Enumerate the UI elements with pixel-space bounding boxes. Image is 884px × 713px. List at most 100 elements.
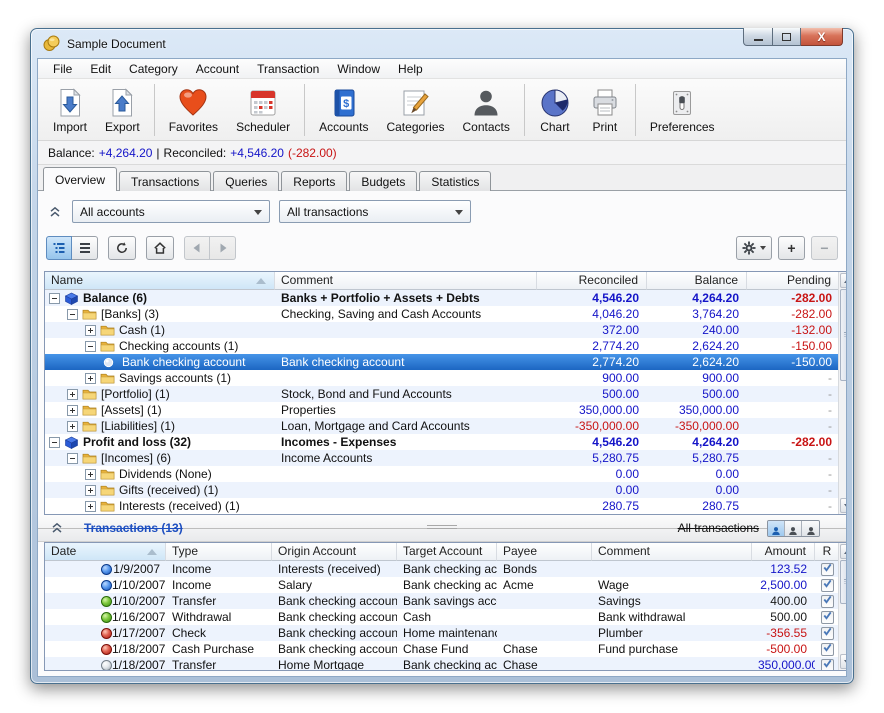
chart-button[interactable]: Chart (530, 84, 580, 136)
column-header-r[interactable]: R (815, 543, 840, 561)
favorites-button[interactable]: Favorites (160, 84, 227, 136)
tab-overview[interactable]: Overview (43, 167, 117, 191)
column-header-pending[interactable]: Pending (747, 272, 840, 290)
scroll-up-button[interactable] (840, 273, 847, 288)
accounts-button[interactable]: $Accounts (310, 84, 377, 136)
scheduler-button[interactable]: Scheduler (227, 84, 299, 136)
expander-plus-icon[interactable] (67, 389, 78, 400)
title-bar[interactable]: Sample Document X (31, 29, 853, 58)
expander-minus-icon[interactable] (85, 341, 96, 352)
export-button[interactable]: Export (96, 84, 149, 136)
reconciled-checkbox[interactable] (821, 627, 834, 640)
refresh-button[interactable] (108, 236, 136, 260)
transaction-row[interactable]: 1/16/2007WithdrawalBank checking account… (45, 609, 840, 625)
transaction-row[interactable]: 1/10/2007IncomeSalaryBank checking accou… (45, 577, 840, 593)
tree-row[interactable]: [Liabilities] (1)Loan, Mortgage and Card… (45, 418, 840, 434)
tab-queries[interactable]: Queries (213, 171, 279, 191)
tree-row[interactable]: Bank checking accountBank checking accou… (45, 354, 840, 370)
accounts-filter-combo[interactable]: All accounts (72, 200, 270, 223)
expander-minus-icon[interactable] (67, 453, 78, 464)
transaction-row[interactable]: 1/17/2007CheckBank checking accountHome … (45, 625, 840, 641)
menu-item-edit[interactable]: Edit (81, 60, 120, 78)
payee-filter-button-1[interactable] (768, 521, 785, 536)
tree-view-button[interactable] (46, 236, 72, 260)
tree-row[interactable]: Profit and loss (32)Incomes - Expenses4,… (45, 434, 840, 450)
payee-filter-button-2[interactable] (785, 521, 802, 536)
categories-button[interactable]: Categories (377, 84, 453, 136)
expander-minus-icon[interactable] (67, 309, 78, 320)
tree-row[interactable]: Gifts (received) (1)0.000.00- (45, 482, 840, 498)
add-button[interactable]: + (778, 236, 805, 260)
actions-menu-button[interactable] (736, 236, 772, 260)
tab-reports[interactable]: Reports (281, 171, 347, 191)
column-header-name[interactable]: Name (45, 272, 275, 290)
transaction-row[interactable]: 1/18/2007TransferHome MortgageBank check… (45, 657, 840, 671)
expander-minus-icon[interactable] (49, 437, 60, 448)
menu-item-account[interactable]: Account (187, 60, 248, 78)
column-header-date[interactable]: Date (45, 543, 166, 561)
expander-minus-icon[interactable] (49, 293, 60, 304)
scroll-down-button[interactable] (840, 498, 847, 513)
tree-scrollbar[interactable] (838, 272, 847, 514)
reconciled-checkbox[interactable] (821, 595, 834, 608)
reconciled-checkbox[interactable] (821, 659, 834, 672)
reconciled-checkbox[interactable] (821, 643, 834, 656)
collapse-chevrons-icon[interactable] (50, 521, 64, 535)
expander-plus-icon[interactable] (85, 373, 96, 384)
column-header-reconciled[interactable]: Reconciled (537, 272, 647, 290)
payee-filter-button-3[interactable] (802, 521, 819, 536)
expander-plus-icon[interactable] (67, 405, 78, 416)
tab-budgets[interactable]: Budgets (349, 171, 417, 191)
tree-row[interactable]: Cash (1)372.00240.00-132.00 (45, 322, 840, 338)
scroll-down-button[interactable] (840, 654, 847, 669)
forward-button[interactable] (210, 236, 236, 260)
reconciled-checkbox[interactable] (821, 611, 834, 624)
tree-row[interactable]: Dividends (None)0.000.00- (45, 466, 840, 482)
column-header-origin-account[interactable]: Origin Account (272, 543, 397, 561)
column-header-payee[interactable]: Payee (497, 543, 592, 561)
tree-row[interactable]: [Banks] (3)Checking, Saving and Cash Acc… (45, 306, 840, 322)
transaction-row[interactable]: 1/10/2007TransferBank checking accountBa… (45, 593, 840, 609)
menu-item-file[interactable]: File (44, 60, 81, 78)
maximize-button[interactable] (773, 28, 801, 46)
back-button[interactable] (184, 236, 210, 260)
close-button[interactable]: X (801, 28, 843, 46)
contacts-button[interactable]: Contacts (454, 84, 519, 136)
tree-row[interactable]: Balance (6)Banks + Portfolio + Assets + … (45, 290, 840, 306)
menu-item-window[interactable]: Window (328, 60, 389, 78)
column-header-target-account[interactable]: Target Account (397, 543, 497, 561)
expander-plus-icon[interactable] (85, 469, 96, 480)
column-header-comment[interactable]: Comment (592, 543, 752, 561)
menu-item-help[interactable]: Help (389, 60, 432, 78)
collapse-chevrons-icon[interactable] (48, 205, 62, 219)
tree-row[interactable]: [Portfolio] (1)Stock, Bond and Fund Acco… (45, 386, 840, 402)
import-button[interactable]: Import (44, 84, 96, 136)
expander-plus-icon[interactable] (85, 485, 96, 496)
expander-plus-icon[interactable] (67, 421, 78, 432)
tab-statistics[interactable]: Statistics (419, 171, 491, 191)
menu-item-transaction[interactable]: Transaction (248, 60, 328, 78)
expander-plus-icon[interactable] (85, 501, 96, 512)
remove-button[interactable]: − (811, 236, 838, 260)
tab-transactions[interactable]: Transactions (119, 171, 211, 191)
flat-view-button[interactable] (72, 236, 98, 260)
home-button[interactable] (146, 236, 174, 260)
tree-row[interactable]: [Assets] (1)Properties350,000.00350,000.… (45, 402, 840, 418)
tree-row[interactable]: Savings accounts (1)900.00900.00- (45, 370, 840, 386)
reconciled-checkbox[interactable] (821, 563, 834, 576)
column-header-amount[interactable]: Amount (752, 543, 815, 561)
print-button[interactable]: Print (580, 84, 630, 136)
splitter-grip[interactable] (427, 525, 457, 531)
minimize-button[interactable] (743, 28, 773, 46)
scroll-thumb[interactable] (840, 560, 847, 604)
column-header-type[interactable]: Type (166, 543, 272, 561)
scroll-thumb[interactable] (840, 289, 847, 381)
transaction-row[interactable]: 1/18/2007Cash PurchaseBank checking acco… (45, 641, 840, 657)
transactions-scrollbar[interactable] (838, 543, 847, 670)
reconciled-checkbox[interactable] (821, 579, 834, 592)
column-header-balance[interactable]: Balance (647, 272, 747, 290)
expander-plus-icon[interactable] (85, 325, 96, 336)
tree-row[interactable]: Checking accounts (1)2,774.202,624.20-15… (45, 338, 840, 354)
tree-row[interactable]: Interests (received) (1)280.75280.75- (45, 498, 840, 514)
transaction-row[interactable]: 1/9/2007IncomeInterests (received)Bank c… (45, 561, 840, 577)
